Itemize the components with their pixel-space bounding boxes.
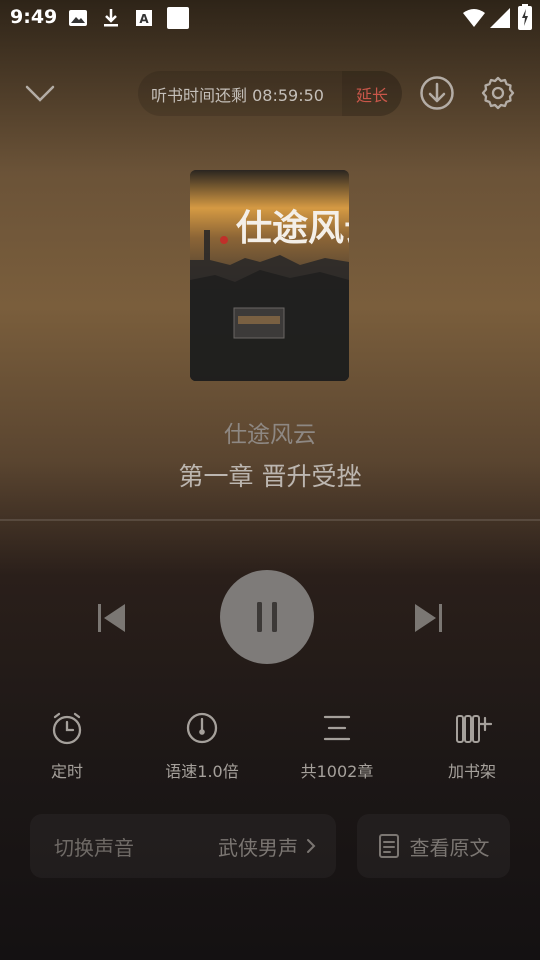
next-chapter-button[interactable] [408, 598, 446, 638]
document-icon [378, 834, 399, 858]
add-bookshelf-label: 加书架 [447, 762, 496, 781]
current-voice: 武侠男声 [218, 832, 320, 861]
battery-icon [518, 4, 532, 30]
cover-title-text: 仕途风云 [236, 207, 349, 249]
speed-feature[interactable]: 语速1.0倍 [142, 708, 262, 782]
status-time: 9:49 [10, 6, 58, 28]
wifi-icon [463, 9, 485, 27]
alarm-clock-icon [52, 712, 82, 745]
download-button[interactable] [417, 73, 457, 113]
speed-gauge-icon [186, 712, 218, 744]
collapse-button[interactable] [20, 74, 60, 114]
chevron-right-icon [307, 839, 316, 853]
status-bar: 9:49 A [0, 0, 540, 36]
chapter-title: 第一章 晋升受挫 [178, 462, 362, 491]
download-icon [104, 9, 118, 27]
view-source-button[interactable]: 查看原文 [357, 814, 510, 878]
chapter-list-icon [323, 715, 351, 741]
gear-icon [481, 76, 515, 110]
book-cover-art: 仕途风云 [190, 170, 349, 381]
timer-feature-label: 定时 [50, 762, 83, 781]
download-circle-icon [420, 76, 454, 110]
view-source-label: 查看原文 [409, 835, 490, 860]
extend-button[interactable]: 延长 [342, 71, 402, 116]
add-bookshelf-icon [456, 715, 492, 743]
settings-button[interactable] [478, 73, 518, 113]
previous-chapter-button[interactable] [94, 598, 132, 638]
a-text-icon: A [136, 10, 152, 26]
switch-voice-card[interactable]: 切换声音 武侠男声 [30, 814, 336, 878]
book-title: 仕途风云 [224, 422, 316, 448]
switch-voice-label: 切换声音 [54, 835, 134, 860]
speed-feature-label: 语速1.0倍 [165, 762, 239, 781]
play-pause-button[interactable] [220, 570, 314, 664]
blank-square-icon [167, 7, 189, 29]
next-icon [415, 604, 442, 632]
chapters-feature[interactable]: 共1002章 [277, 708, 397, 782]
progress-divider [0, 519, 540, 521]
image-icon [69, 10, 87, 26]
remaining-time-text: 听书时间还剩 08:59:50 [151, 85, 324, 105]
sleep-timer-pill: 听书时间还剩 08:59:50 延长 [138, 71, 402, 116]
add-bookshelf-feature[interactable]: 加书架 [412, 708, 532, 782]
signal-icon [490, 8, 510, 28]
svg-text:A: A [139, 12, 149, 26]
current-voice-value: 武侠男声 [218, 835, 298, 860]
chapters-feature-label: 共1002章 [300, 762, 374, 781]
previous-icon [98, 604, 125, 632]
timer-feature[interactable]: 定时 [7, 708, 127, 782]
pause-icon [257, 602, 277, 632]
book-cover[interactable]: 仕途风云 [190, 170, 349, 381]
chevron-down-icon [25, 85, 55, 102]
